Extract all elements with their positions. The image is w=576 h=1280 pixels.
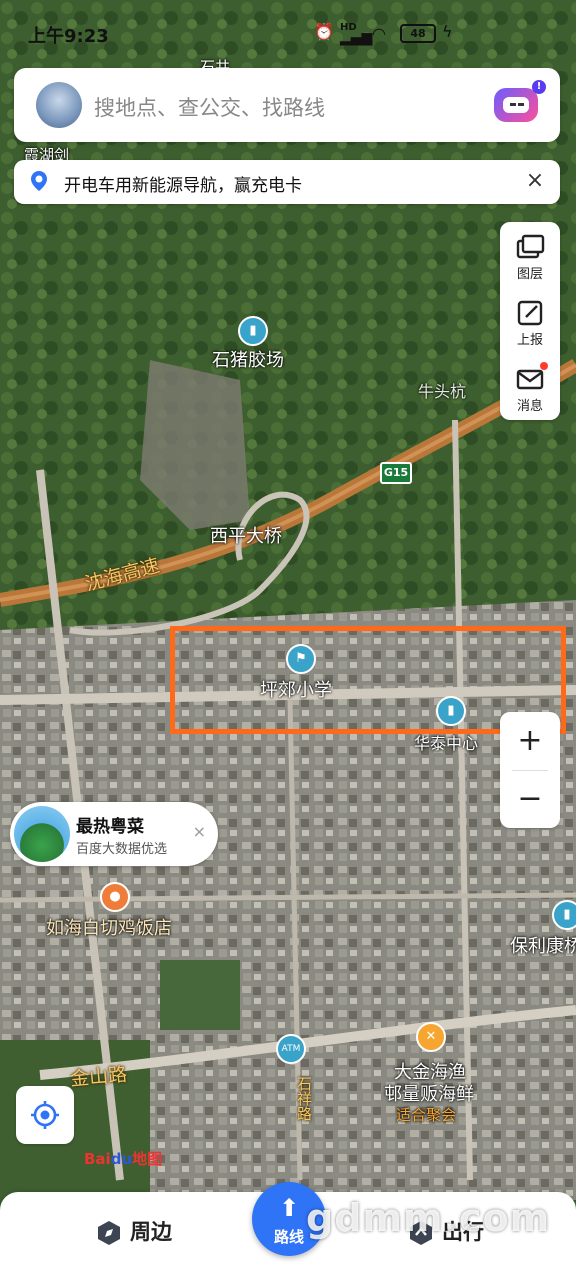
map-label-seafood-2[interactable]: 邨量贩海鲜 (384, 1080, 474, 1106)
map-label-shizhu[interactable]: 石猪胶场 (212, 346, 284, 372)
logo-brand: Bai (84, 1150, 111, 1168)
tab-nearby-label: 周边 (130, 1220, 172, 1244)
route-arrow-icon: ⬆ (279, 1194, 300, 1222)
compass-icon (98, 1221, 120, 1245)
signal-icon: ▂▄▆ (340, 30, 373, 46)
layers-icon (516, 234, 545, 259)
alarm-icon: ⏰ (314, 22, 334, 41)
charging-icon: ϟ (442, 22, 453, 41)
zoom-out-button[interactable]: − (500, 770, 560, 828)
search-placeholder[interactable]: 搜地点、查公交、找路线 (94, 92, 325, 122)
map-label-jinshan-road: 金山路 (69, 1063, 128, 1091)
poi-marker-seafood[interactable]: ✕ (416, 1022, 446, 1052)
banner-text[interactable]: 开电车用新能源导航，赢充电卡 (64, 171, 302, 196)
layers-label: 图层 (516, 267, 543, 282)
crosshair-locate-icon (31, 1101, 59, 1129)
map-label-seafood-3[interactable]: 适合聚会 (396, 1104, 456, 1125)
map-label-restaurant[interactable]: 如海白切鸡饭店 (46, 914, 172, 940)
map-label-xiping-bridge[interactable]: 西平大桥 (210, 522, 282, 548)
poi-marker-shizhu[interactable]: ▮ (238, 316, 268, 346)
highway-shield-g15: G15 (380, 462, 412, 484)
food-recommendation-card[interactable]: 最热粤菜 百度大数据优选 × (10, 802, 218, 866)
food-card-thumbnail (14, 806, 70, 862)
report-button[interactable]: 上报 (500, 290, 560, 352)
food-card-subtitle: 百度大数据优选 (76, 842, 168, 857)
messages-button[interactable]: 消息 (500, 356, 560, 418)
food-card-close-button[interactable]: × (193, 822, 206, 841)
map-tools-panel: 图层 上报 消息 (500, 222, 560, 420)
search-bar[interactable]: 搜地点、查公交、找路线 ! (14, 68, 560, 142)
poi-marker-poly[interactable]: ▮ (552, 900, 576, 930)
wifi-icon: ◠ (372, 24, 386, 43)
logo-suffix: 地图 (132, 1150, 163, 1168)
tab-nearby[interactable]: 周边 (96, 1216, 172, 1246)
baidu-map-logo: Baidu地图 (84, 1148, 162, 1169)
status-bar: 上午9:23 ⏰ HD ▂▄▆ ◠ 48 ϟ (0, 0, 576, 56)
poi-marker-atm[interactable]: ATM (276, 1034, 306, 1064)
locate-me-button[interactable] (16, 1086, 74, 1144)
map-label-niutouhang[interactable]: 牛头杭 (418, 378, 466, 402)
food-card-title: 最热粤菜 (76, 817, 144, 837)
zoom-controls: + − (500, 712, 560, 828)
user-avatar[interactable] (36, 82, 82, 128)
promo-banner[interactable]: 开电车用新能源导航，赢充电卡 × (14, 160, 560, 204)
status-time: 上午9:23 (28, 26, 109, 47)
report-edit-icon (517, 300, 543, 326)
battery-icon: 48 (400, 24, 436, 43)
message-unread-dot (540, 362, 548, 370)
watermark: gdmm.com (306, 1196, 551, 1240)
report-label: 上报 (516, 333, 543, 348)
logo-brand-paw: du (110, 1150, 133, 1168)
map-label-poly[interactable]: 保利康桥 (510, 932, 576, 958)
battery-level: 48 (410, 27, 426, 40)
assistant-badge: ! (532, 80, 546, 94)
location-pin-icon (31, 171, 47, 191)
messages-label: 消息 (516, 399, 543, 414)
poi-marker-restaurant[interactable]: ● (100, 882, 130, 912)
ai-assistant-icon[interactable] (494, 88, 538, 122)
map-label-road-vertical: 石祥路 (295, 1076, 313, 1121)
banner-close-button[interactable]: × (522, 168, 548, 193)
zoom-in-button[interactable]: + (500, 712, 560, 770)
layers-button[interactable]: 图层 (500, 224, 560, 286)
